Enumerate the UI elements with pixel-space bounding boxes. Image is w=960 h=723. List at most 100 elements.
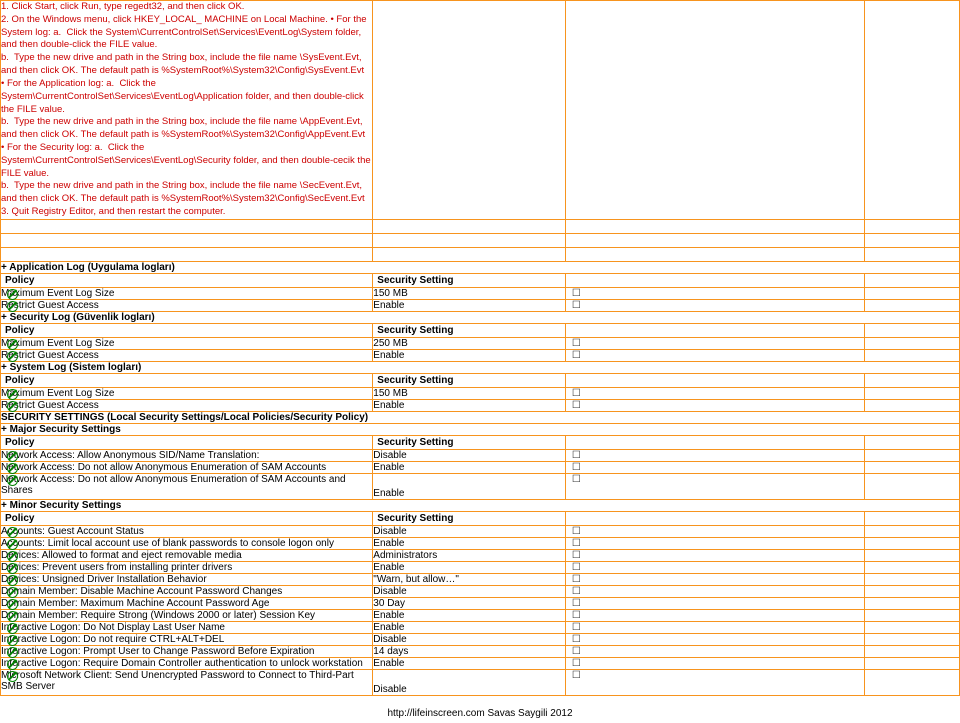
checkbox[interactable]	[565, 669, 864, 695]
policy-value: 30 Day	[373, 597, 566, 609]
prohibit-icon	[7, 587, 18, 598]
policy-value: Disable	[373, 525, 566, 537]
main-grid: 1. Click Start, click Run, type regedt32…	[0, 0, 960, 696]
col-setting: Security Setting	[373, 323, 566, 337]
prohibit-icon	[7, 527, 18, 538]
policy-value: Administrators	[373, 549, 566, 561]
prohibit-icon	[7, 401, 18, 412]
checkbox[interactable]	[565, 537, 864, 549]
checkbox[interactable]	[565, 585, 864, 597]
policy-value: Disable	[373, 449, 566, 461]
col-policy: Policy	[1, 373, 373, 387]
policy-row: Network Access: Do not allow Anonymous E…	[1, 461, 373, 473]
checkbox[interactable]	[565, 561, 864, 573]
checkbox[interactable]	[565, 337, 864, 349]
prohibit-icon	[7, 623, 18, 634]
policy-value: Disable	[373, 669, 566, 695]
policy-row: Devices: Prevent users from installing p…	[1, 561, 373, 573]
policy-row: Accounts: Guest Account Status	[1, 525, 373, 537]
prohibit-icon	[7, 563, 18, 574]
policy-value: Enable	[373, 621, 566, 633]
prohibit-icon	[7, 339, 18, 350]
checkbox[interactable]	[565, 597, 864, 609]
empty-cell	[865, 1, 960, 220]
checkbox[interactable]	[565, 349, 864, 361]
col-policy: Policy	[1, 511, 373, 525]
checkbox[interactable]	[565, 399, 864, 411]
policy-value: Enable	[373, 561, 566, 573]
prohibit-icon	[7, 475, 18, 486]
col-setting: Security Setting	[373, 435, 566, 449]
checkbox[interactable]	[565, 299, 864, 311]
checkbox[interactable]	[565, 573, 864, 585]
checkbox[interactable]	[565, 609, 864, 621]
checkbox[interactable]	[565, 621, 864, 633]
prohibit-icon	[7, 451, 18, 462]
policy-row: Domain Member: Require Strong (Windows 2…	[1, 609, 373, 621]
section-sys-log: + System Log (Sistem logları)	[1, 361, 960, 373]
policy-value: 14 days	[373, 645, 566, 657]
policy-row: Maximum Event Log Size	[1, 337, 373, 349]
policy-row: Restrict Guest Access	[1, 299, 373, 311]
prohibit-icon	[7, 463, 18, 474]
footer-text: http://lifeinscreen.com Savas Saygili 20…	[0, 696, 960, 723]
policy-row: Devices: Allowed to format and eject rem…	[1, 549, 373, 561]
policy-value: Enable	[373, 537, 566, 549]
policy-row: Microsoft Network Client: Send Unencrypt…	[1, 669, 373, 695]
policy-row: Interactive Logon: Prompt User to Change…	[1, 645, 373, 657]
col-setting: Security Setting	[373, 511, 566, 525]
policy-value: Enable	[373, 461, 566, 473]
prohibit-icon	[7, 635, 18, 646]
policy-row: Interactive Logon: Do Not Display Last U…	[1, 621, 373, 633]
checkbox[interactable]	[565, 633, 864, 645]
prohibit-icon	[7, 539, 18, 550]
policy-value: 150 MB	[373, 287, 566, 299]
checkbox[interactable]	[565, 645, 864, 657]
policy-value: Enable	[373, 349, 566, 361]
prohibit-icon	[7, 301, 18, 312]
section-app-log: + Application Log (Uygulama logları)	[1, 261, 960, 273]
empty-cell	[373, 1, 566, 220]
prohibit-icon	[7, 659, 18, 670]
checkbox[interactable]	[565, 387, 864, 399]
section-major: + Major Security Settings	[1, 423, 960, 435]
prohibit-icon	[7, 671, 18, 682]
policy-value: Enable	[373, 657, 566, 669]
policy-row: Maximum Event Log Size	[1, 287, 373, 299]
policy-row: Interactive Logon: Do not require CTRL+A…	[1, 633, 373, 645]
policy-row: Domain Member: Maximum Machine Account P…	[1, 597, 373, 609]
checkbox[interactable]	[565, 657, 864, 669]
policy-value: Disable	[373, 633, 566, 645]
checkbox[interactable]	[565, 473, 864, 499]
prohibit-icon	[7, 289, 18, 300]
checkbox[interactable]	[565, 549, 864, 561]
policy-row: Accounts: Limit local account use of bla…	[1, 537, 373, 549]
section-minor: + Minor Security Settings	[1, 499, 960, 511]
prohibit-icon	[7, 351, 18, 362]
policy-value: 150 MB	[373, 387, 566, 399]
policy-value: Enable	[373, 399, 566, 411]
checkbox[interactable]	[565, 287, 864, 299]
prohibit-icon	[7, 551, 18, 562]
policy-row: Network Access: Allow Anonymous SID/Name…	[1, 449, 373, 461]
prohibit-icon	[7, 611, 18, 622]
policy-row: Restrict Guest Access	[1, 399, 373, 411]
col-policy: Policy	[1, 323, 373, 337]
policy-value: Enable	[373, 609, 566, 621]
instructions-text: 1. Click Start, click Run, type regedt32…	[1, 1, 373, 220]
policy-row: Network Access: Do not allow Anonymous E…	[1, 473, 373, 499]
checkbox[interactable]	[565, 525, 864, 537]
section-sec-log: + Security Log (Güvenlik logları)	[1, 311, 960, 323]
col-setting: Security Setting	[373, 273, 566, 287]
policy-value: 250 MB	[373, 337, 566, 349]
col-setting: Security Setting	[373, 373, 566, 387]
prohibit-icon	[7, 389, 18, 400]
policy-value: Disable	[373, 585, 566, 597]
checkbox[interactable]	[565, 449, 864, 461]
prohibit-icon	[7, 575, 18, 586]
policy-value: Enable	[373, 299, 566, 311]
policy-row: Interactive Logon: Require Domain Contro…	[1, 657, 373, 669]
policy-value: "Warn, but allow…"	[373, 573, 566, 585]
checkbox[interactable]	[565, 461, 864, 473]
empty-cell	[565, 1, 864, 220]
